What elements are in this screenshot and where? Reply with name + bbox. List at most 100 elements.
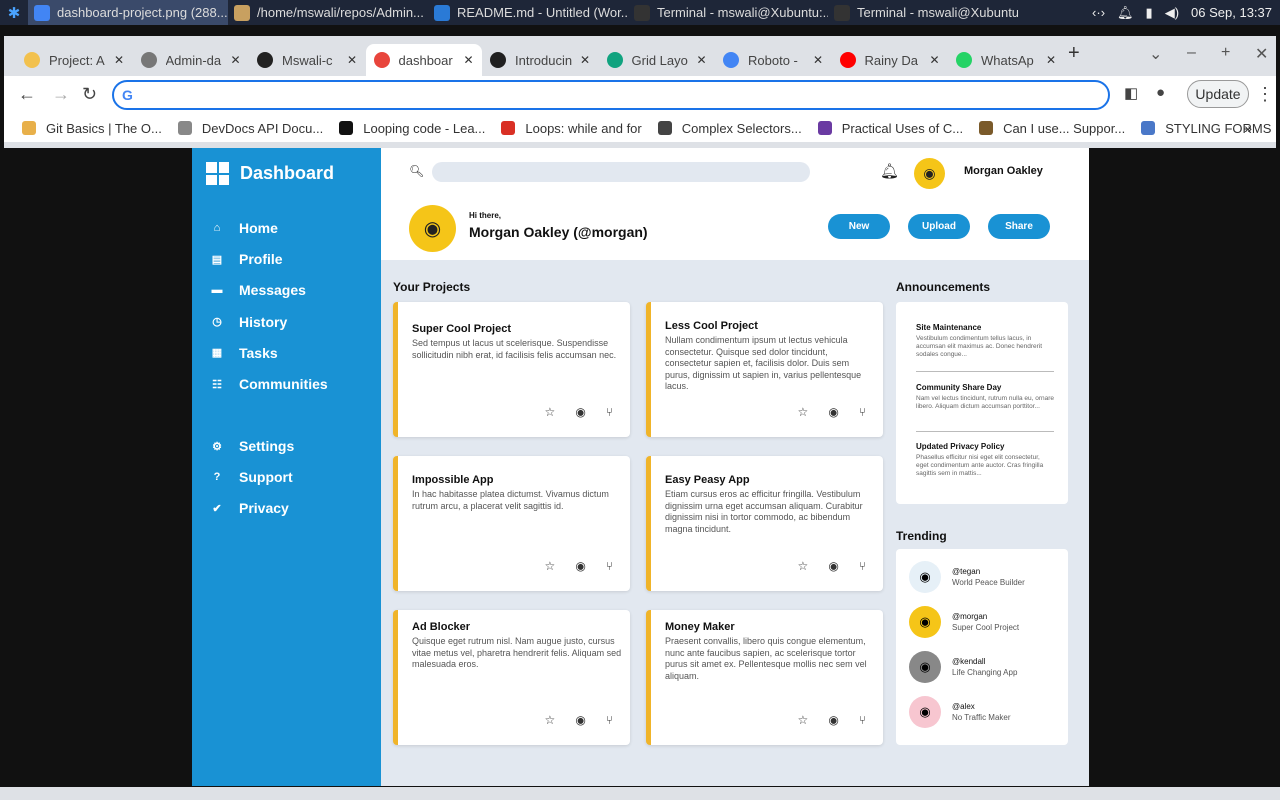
tab-close-icon[interactable]: ✕ xyxy=(580,53,590,67)
bookmarks-overflow-icon[interactable]: » xyxy=(1244,120,1252,136)
upload-button[interactable]: Upload xyxy=(908,214,970,239)
taskbar-item[interactable]: README.md - Untitled (Wor... xyxy=(428,0,628,25)
star-icon[interactable]: ☆ xyxy=(798,559,809,573)
project-card[interactable]: Money Maker Praesent convallis, libero qu… xyxy=(646,610,883,745)
sidebar-item-privacy[interactable]: ✔ Privacy xyxy=(210,500,380,516)
watch-icon[interactable]: ◉ xyxy=(828,405,838,419)
tab-close-icon[interactable]: ✕ xyxy=(230,53,240,67)
share-button[interactable]: Share xyxy=(988,214,1050,239)
close-window-button[interactable]: ✕ xyxy=(1255,44,1268,64)
menu-kebab-icon[interactable]: ⋮ xyxy=(1256,84,1274,105)
bookmark-item[interactable]: Complex Selectors... xyxy=(657,120,802,136)
sidebar-item-history[interactable]: ◷ History xyxy=(210,314,380,330)
bookmark-item[interactable]: DevDocs API Docu... xyxy=(177,121,323,136)
tab-close-icon[interactable]: ✕ xyxy=(1046,53,1056,67)
fork-icon[interactable]: ⑂ xyxy=(606,713,613,727)
sidebar-item-messages[interactable]: ▬ Messages xyxy=(210,282,380,298)
browser-tab[interactable]: WhatsAp ✕ xyxy=(948,44,1064,76)
bookmark-item[interactable]: Can I use... Suppor... xyxy=(979,121,1125,136)
trending-item[interactable]: ◉ @alex No Traffic Maker xyxy=(909,696,1011,728)
taskbar-item[interactable]: dashboard-project.png (288... xyxy=(28,0,228,25)
project-card[interactable]: Impossible App In hac habitasse platea di… xyxy=(393,456,630,591)
fork-icon[interactable]: ⑂ xyxy=(606,405,613,419)
browser-tab[interactable]: Grid Layo ✕ xyxy=(599,44,715,76)
trending-item[interactable]: ◉ @tegan World Peace Builder xyxy=(909,561,1025,593)
fork-icon[interactable]: ⑂ xyxy=(859,713,866,727)
address-bar[interactable]: G xyxy=(112,80,1110,110)
clock[interactable]: 06 Sep, 13:37 xyxy=(1191,5,1272,20)
minimize-button[interactable]: – xyxy=(1187,44,1196,62)
sidebar-item-home[interactable]: ⌂ Home xyxy=(210,220,380,236)
project-card[interactable]: Super Cool Project Sed tempus ut lacus ut… xyxy=(393,302,630,437)
header-username[interactable]: Morgan Oakley xyxy=(964,165,1043,177)
network-icon[interactable]: ‹·› xyxy=(1092,5,1105,20)
fork-icon[interactable]: ⑂ xyxy=(606,559,613,573)
taskbar-item[interactable]: /home/mswali/repos/Admin... xyxy=(228,0,428,25)
search-input[interactable] xyxy=(432,162,810,182)
tab-close-icon[interactable]: ✕ xyxy=(929,53,939,67)
profile-icon[interactable]: ● xyxy=(1156,84,1165,101)
star-icon[interactable]: ☆ xyxy=(798,713,809,727)
watch-icon[interactable]: ◉ xyxy=(575,405,585,419)
star-icon[interactable]: ☆ xyxy=(545,713,556,727)
side-panel-icon[interactable]: ◧ xyxy=(1124,84,1138,102)
browser-tab[interactable]: Rainy Da ✕ xyxy=(832,44,948,76)
new-button[interactable]: New xyxy=(828,214,890,239)
project-card[interactable]: Ad Blocker Quisque eget rutrum nisl. Nam … xyxy=(393,610,630,745)
new-tab-button[interactable]: + xyxy=(1068,42,1080,65)
browser-tab[interactable]: Admin-da ✕ xyxy=(133,44,249,76)
tab-close-icon[interactable]: ✕ xyxy=(463,53,473,67)
star-icon[interactable]: ☆ xyxy=(545,559,556,573)
watch-icon[interactable]: ◉ xyxy=(828,559,838,573)
bookmark-item[interactable]: Looping code - Lea... xyxy=(339,121,485,136)
star-icon[interactable]: ☆ xyxy=(545,405,556,419)
bookmark-label: Complex Selectors... xyxy=(681,120,802,136)
trending-item[interactable]: ◉ @kendall Life Changing App xyxy=(909,651,1017,683)
start-menu-icon[interactable]: ✱ xyxy=(0,0,28,25)
forward-arrow-icon[interactable]: → xyxy=(52,84,70,105)
bookmark-item[interactable]: Git Basics | The O... xyxy=(22,121,162,136)
terminal-icon xyxy=(834,4,850,21)
brand[interactable]: Dashboard xyxy=(206,162,334,185)
trending-item[interactable]: ◉ @morgan Super Cool Project xyxy=(909,606,1019,638)
taskbar-item-label: Terminal - mswali@Xubuntu:... xyxy=(857,5,1018,20)
avatar[interactable]: ◉ xyxy=(914,158,945,189)
reload-icon[interactable]: ↻ xyxy=(82,84,97,105)
taskbar-item[interactable]: Terminal - mswali@Xubuntu:... xyxy=(628,0,828,25)
tab-close-icon[interactable]: ✕ xyxy=(813,53,823,67)
maximize-button[interactable]: + xyxy=(1221,44,1230,62)
browser-tab[interactable]: dashboar ✕ xyxy=(365,44,482,76)
project-card[interactable]: Easy Peasy App Etiam cursus eros ac effic… xyxy=(646,456,883,591)
tab-close-icon[interactable]: ✕ xyxy=(114,53,124,67)
star-icon[interactable]: ☆ xyxy=(798,405,809,419)
browser-tab[interactable]: Mswali-c ✕ xyxy=(249,44,365,76)
sidebar-item-support[interactable]: ? Support xyxy=(210,469,380,485)
project-card[interactable]: Less Cool Project Nullam condimentum ipsu… xyxy=(646,302,883,437)
watch-icon[interactable]: ◉ xyxy=(575,559,585,573)
sidebar-item-profile[interactable]: ▤ Profile xyxy=(210,251,380,267)
notification-bell-icon[interactable]: 🔔︎ xyxy=(880,162,899,180)
notification-bell-icon[interactable]: 🔔︎ xyxy=(1117,5,1134,21)
watch-icon[interactable]: ◉ xyxy=(828,713,838,727)
update-button[interactable]: Update xyxy=(1187,80,1249,108)
tab-close-icon[interactable]: ✕ xyxy=(347,53,357,67)
watch-icon[interactable]: ◉ xyxy=(575,713,585,727)
tab-search-chevron-icon[interactable]: ⌄ xyxy=(1149,44,1162,64)
browser-tab[interactable]: Project: A ✕ xyxy=(16,44,132,76)
fork-icon[interactable]: ⑂ xyxy=(859,559,866,573)
battery-icon[interactable]: ▮ xyxy=(1146,5,1153,21)
browser-tab[interactable]: Introducin ✕ xyxy=(482,44,598,76)
sidebar-item-settings[interactable]: ⚙ Settings xyxy=(210,438,380,454)
tab-close-icon[interactable]: ✕ xyxy=(696,53,706,67)
fork-icon[interactable]: ⑂ xyxy=(859,405,866,419)
browser-tab[interactable]: Roboto - ✕ xyxy=(715,44,831,76)
address-input[interactable] xyxy=(138,87,1108,103)
volume-icon[interactable]: ◀) xyxy=(1165,5,1179,21)
messages-icon: ▬ xyxy=(211,284,223,297)
sidebar-item-communities[interactable]: ☷ Communities xyxy=(210,376,380,392)
sidebar-item-tasks[interactable]: ▦ Tasks xyxy=(210,345,380,361)
back-arrow-icon[interactable]: ← xyxy=(18,84,36,105)
bookmark-item[interactable]: Loops: while and for xyxy=(501,121,642,136)
taskbar-item[interactable]: Terminal - mswali@Xubuntu:... xyxy=(828,0,1018,25)
bookmark-item[interactable]: Practical Uses of C... xyxy=(817,121,963,136)
